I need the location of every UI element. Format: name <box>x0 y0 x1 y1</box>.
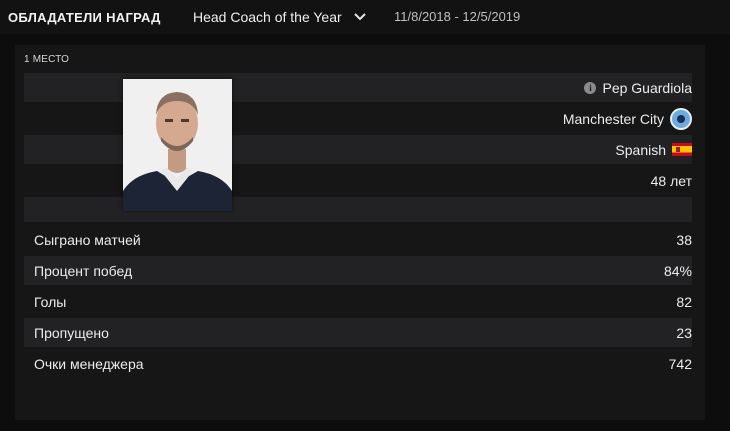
manchester-city-badge-icon <box>670 107 692 130</box>
stat-row-manager-points: Очки менеджера 742 <box>24 349 692 378</box>
page-title: ОБЛАДАТЕЛИ НАГРАД <box>8 10 161 25</box>
chevron-down-icon <box>353 13 366 21</box>
stat-label: Очки менеджера <box>34 356 144 372</box>
stat-label: Голы <box>34 294 67 310</box>
spain-flag-icon <box>672 143 692 156</box>
stat-label: Сыграно матчей <box>34 232 141 248</box>
stat-value: 82 <box>676 294 692 310</box>
stat-row-goals: Голы 82 <box>24 287 692 316</box>
place-label: 1 МЕСТО <box>24 54 70 65</box>
stat-row-win-percent: Процент побед 84% <box>24 256 692 285</box>
date-range: 11/8/2018 - 12/5/2019 <box>394 9 521 24</box>
stat-value: 38 <box>676 232 692 248</box>
stat-value: 742 <box>668 356 692 372</box>
award-selector-label: Head Coach of the Year <box>193 9 342 25</box>
stat-row-matches: Сыграно матчей 38 <box>24 225 692 254</box>
stat-label: Процент побед <box>34 263 133 279</box>
manager-name[interactable]: Pep Guardiola <box>602 80 692 96</box>
top-bar: ОБЛАДАТЕЛИ НАГРАД Head Coach of the Year… <box>0 0 730 34</box>
stat-label: Пропущено <box>34 325 109 341</box>
stat-row-conceded: Пропущено 23 <box>24 318 692 347</box>
stat-value: 23 <box>676 325 692 341</box>
info-icon[interactable]: i <box>584 81 597 94</box>
award-selector-dropdown[interactable]: Head Coach of the Year <box>193 8 366 26</box>
stat-value: 84% <box>663 263 692 279</box>
club-name[interactable]: Manchester City <box>563 111 664 127</box>
manager-photo <box>123 79 232 211</box>
nationality: Spanish <box>615 141 666 158</box>
age: 48 лет <box>650 172 692 189</box>
